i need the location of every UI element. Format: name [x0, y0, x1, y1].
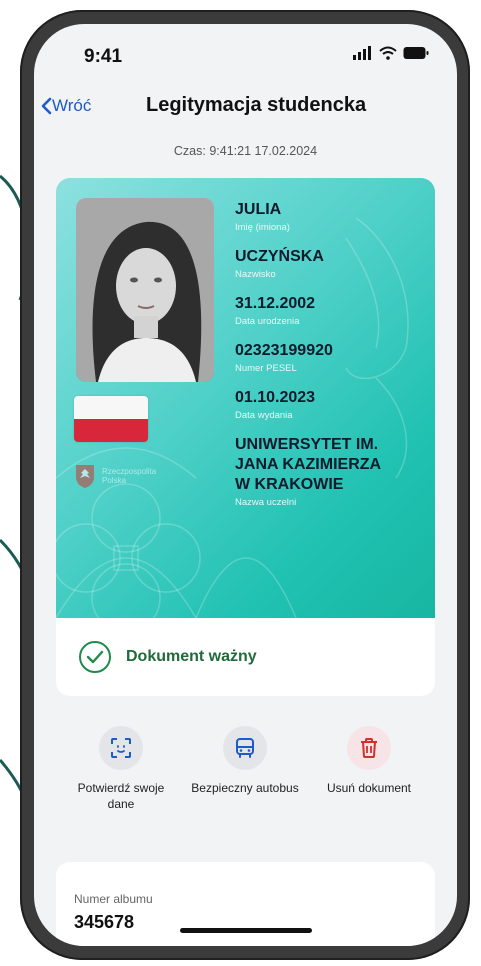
chevron-left-icon — [41, 97, 52, 115]
confirm-data-label: Potwierdź swoje dane — [77, 781, 165, 811]
last-name-label: Nazwisko — [235, 269, 276, 280]
student-photo — [76, 198, 214, 382]
status-time: 9:41 — [84, 46, 123, 67]
issue-date-value: 01.10.2023 — [235, 389, 316, 406]
check-circle-icon — [79, 641, 111, 673]
polish-flag — [74, 396, 148, 442]
status-text: Dokument ważny — [126, 648, 257, 665]
confirm-data-circle — [99, 726, 143, 770]
battery-icon — [403, 47, 429, 59]
birth-date-label: Data urodzenia — [235, 316, 300, 327]
signal-icon — [353, 46, 371, 60]
safe-bus-circle — [223, 726, 267, 770]
first-name-label: Imię (imiona) — [235, 222, 290, 233]
scan-face-icon — [111, 738, 131, 758]
wifi-icon — [379, 46, 397, 60]
trash-icon — [361, 738, 377, 758]
safe-bus-button[interactable]: Bezpieczny autobus — [190, 726, 300, 796]
timestamp: Czas: 9:41:21 17.02.2024 — [173, 144, 318, 158]
page-title: Legitymacja studencka — [146, 94, 367, 116]
album-number-card: Numer albumu 345678 — [56, 862, 435, 946]
emblem-label: Rzeczpospolita Polska — [102, 467, 157, 485]
home-indicator[interactable] — [180, 928, 312, 933]
first-name-value: JULIA — [235, 201, 282, 218]
document-status: Dokument ważny — [56, 618, 435, 696]
delete-document-button[interactable]: Usuń dokument — [314, 726, 424, 796]
phone-screen: 9:41 Wróć Legitymacja studencka Czas: 9:… — [34, 24, 457, 946]
back-button[interactable]: Wróć — [40, 96, 91, 116]
back-label: Wróć — [52, 96, 92, 115]
pesel-label: Numer PESEL — [235, 363, 297, 374]
pesel-value: 02323199920 — [235, 342, 333, 359]
birth-date-value: 31.12.2002 — [235, 295, 316, 312]
card-fields: JULIA Imię (imiona) UCZYŃSKA Nazwisko 31… — [235, 200, 425, 522]
status-icons — [353, 46, 429, 60]
album-number-label: Numer albumu — [74, 892, 153, 906]
confirm-data-button[interactable]: Potwierdź swoje dane — [66, 726, 176, 812]
portrait-image — [76, 198, 214, 382]
last-name-value: UCZYŃSKA — [235, 248, 324, 265]
university-label: Nazwa uczelni — [235, 497, 297, 508]
university-value: UNIWERSYTET IM. JANA KAZIMIERZA W KRAKOW… — [235, 436, 381, 493]
eagle-emblem-icon — [76, 465, 94, 488]
safe-bus-label: Bezpieczny autobus — [191, 781, 299, 795]
student-id-card: Rzeczpospolita Polska JULIA Imię (imiona… — [56, 178, 435, 618]
delete-document-circle — [347, 726, 391, 770]
album-number-value: 345678 — [74, 912, 135, 932]
actions-bar: Potwierdź swoje dane Bezpieczny autobus — [34, 726, 457, 836]
bus-icon — [236, 738, 254, 758]
delete-document-label: Usuń dokument — [326, 781, 412, 795]
emblem: Rzeczpospolita Polska — [74, 463, 162, 489]
issue-date-label: Data wydania — [235, 410, 293, 421]
